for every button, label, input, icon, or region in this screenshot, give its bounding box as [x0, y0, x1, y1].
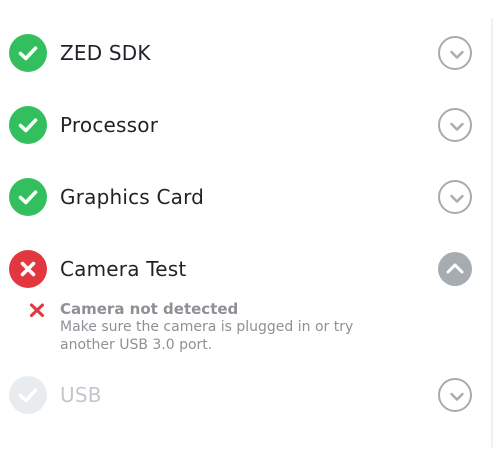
check-label-graphics-card: Graphics Card	[60, 185, 205, 209]
error-title: Camera not detected	[60, 300, 239, 318]
cross-icon	[20, 261, 36, 277]
expand-toggle-processor[interactable]	[438, 108, 472, 142]
expand-toggle-graphics-card[interactable]	[438, 180, 472, 214]
pending-status-badge	[9, 376, 47, 414]
checkmark-icon	[18, 190, 38, 205]
chevron-down-icon	[450, 122, 464, 131]
check-row-processor: Processor	[0, 99, 488, 151]
check-label-processor: Processor	[60, 113, 159, 137]
error-message: Make sure the camera is plugged in or tr…	[60, 319, 354, 353]
check-row-usb: USB	[0, 369, 488, 421]
cross-icon	[30, 303, 44, 317]
passed-status-badge	[9, 178, 47, 216]
checkmark-icon	[18, 388, 38, 403]
check-label-camera-test: Camera Test	[60, 257, 187, 281]
check-row-graphics-card: Graphics Card	[0, 171, 488, 223]
check-row-camera-test: Camera Test	[0, 243, 488, 295]
chevron-down-icon	[450, 194, 464, 203]
chevron-down-icon	[450, 392, 464, 401]
expand-toggle-zed-sdk[interactable]	[438, 36, 472, 70]
check-label-zed-sdk: ZED SDK	[60, 41, 151, 65]
check-row-zed-sdk: ZED SDK	[0, 27, 488, 79]
camera-test-detail: Camera not detected Make sure the camera…	[0, 300, 440, 358]
scrollbar[interactable]	[488, 0, 504, 451]
passed-status-badge	[9, 106, 47, 144]
chevron-up-icon	[446, 263, 464, 274]
checkmark-icon	[18, 46, 38, 61]
check-label-usb: USB	[60, 383, 102, 407]
collapse-toggle-camera-test[interactable]	[438, 252, 472, 286]
expand-toggle-usb[interactable]	[438, 378, 472, 412]
chevron-down-icon	[450, 50, 464, 59]
failed-status-badge	[9, 250, 47, 288]
checkmark-icon	[18, 118, 38, 133]
passed-status-badge	[9, 34, 47, 72]
